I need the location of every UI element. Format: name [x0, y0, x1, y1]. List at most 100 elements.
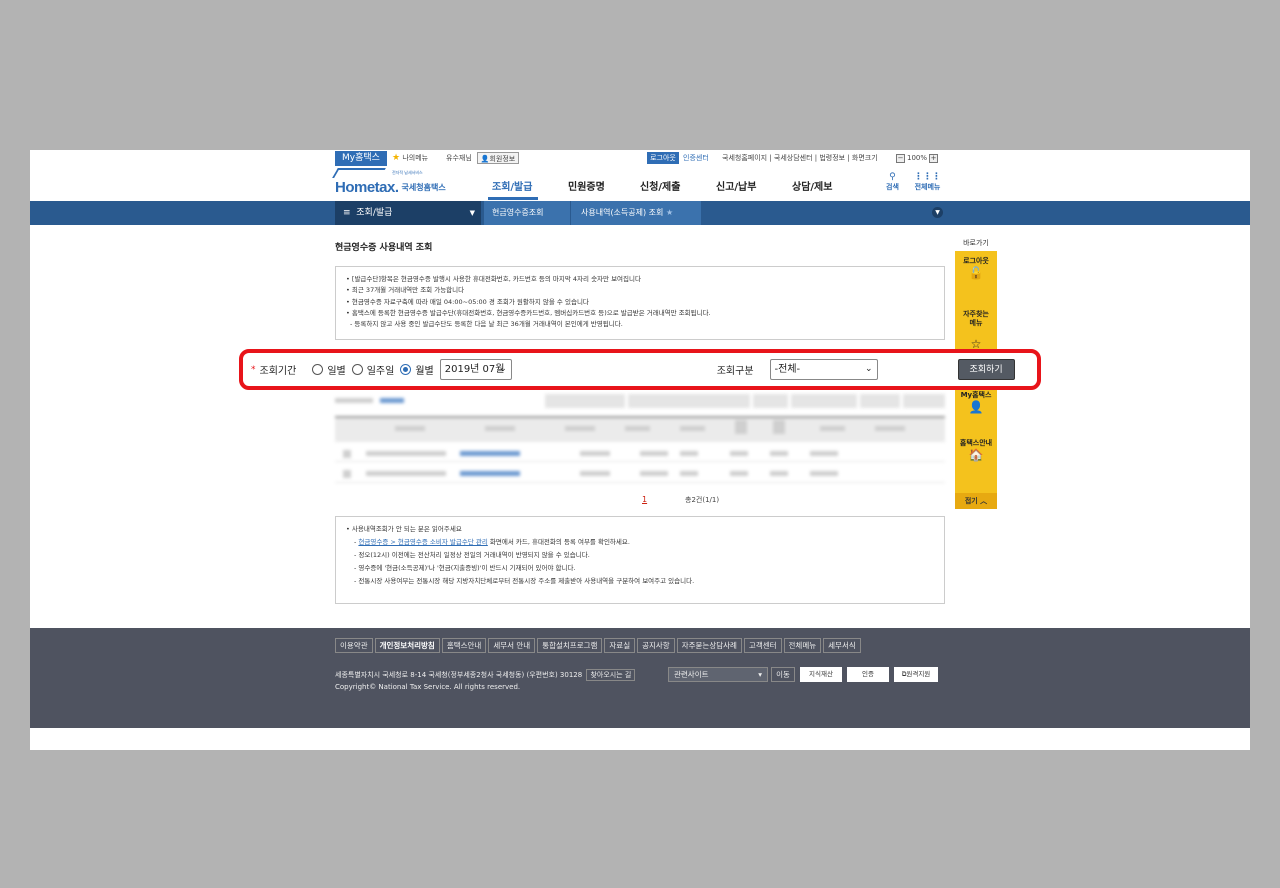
cert-badge: 지식재산 — [800, 667, 842, 682]
cert-center-link[interactable]: 인증센터 — [683, 152, 709, 164]
caret-down-icon: ▾ — [758, 670, 762, 679]
grid-button[interactable] — [753, 394, 788, 408]
utility-bar: My홈택스 ★ 나의메뉴 유수재님 👤회원정보 로그아웃 인증센터 국세청홈페이… — [30, 150, 1250, 166]
expand-chevron-icon[interactable]: ▼ — [932, 207, 943, 218]
info-line: • 최근 37개월 거래내역만 조회 가능합니다 — [346, 286, 465, 295]
member-info-label: 회원정보 — [489, 155, 516, 163]
search-button[interactable]: 조회하기 — [957, 359, 1015, 380]
table-cell-link[interactable] — [460, 471, 520, 476]
row-checkbox[interactable] — [343, 450, 351, 458]
directions-link[interactable]: 찾아오시는 길 — [586, 669, 636, 681]
grid-button[interactable] — [791, 394, 857, 408]
radio-weekly-label[interactable]: 일주일 — [367, 362, 395, 377]
gnb-civil[interactable]: 민원증명 — [568, 178, 605, 193]
quick-logout-label: 로그아웃 — [963, 257, 989, 265]
quick-guide[interactable]: 홈택스안내 🏠 — [955, 439, 997, 462]
type-select[interactable]: -전체- ⌄ — [769, 359, 878, 380]
logo-text: Hometax. — [335, 179, 399, 196]
breadcrumb-usage[interactable]: 사용내역(소득공제) 조회 ★ — [571, 201, 701, 225]
gnb-report[interactable]: 신고/납부 — [716, 178, 756, 193]
info-box: • [발급수단]항목은 현금영수증 발행시 사용한 휴대전화번호, 카드번호 등… — [335, 266, 945, 340]
month-select[interactable]: 2019년 07월 ⌄ — [439, 359, 512, 380]
hometax-logo[interactable]: Hometax. 국세청홈택스 전자적 납세서비스 — [332, 168, 446, 196]
radio-daily[interactable] — [312, 364, 324, 375]
page-number[interactable]: 1 — [642, 495, 647, 504]
type-select-value: -전체- — [774, 364, 801, 375]
grid-icon: ⋮⋮⋮ — [914, 172, 941, 182]
quick-menu-title: 바로가기 — [963, 239, 989, 247]
quick-logout[interactable]: 로그아웃 🔓 — [955, 257, 997, 280]
notice-link[interactable]: 현금영수증 > 현금영수증 소비자 발급수단 관리 — [358, 538, 487, 546]
notice-line: - 정오(12시) 이전에는 전산처리 일정상 전일의 거래내역이 반영되지 않… — [354, 551, 590, 559]
table-cell — [580, 451, 610, 456]
zoom-level: 100% — [907, 154, 928, 162]
footer-link[interactable]: 세무서 안내 — [488, 638, 536, 653]
radio-monthly[interactable] — [400, 364, 412, 375]
footer-link[interactable]: 공지사항 — [637, 638, 675, 653]
search-label: 검색 — [886, 183, 899, 191]
radio-daily-label[interactable]: 일별 — [327, 362, 345, 377]
radio-monthly-label[interactable]: 월별 — [415, 362, 433, 377]
info-line: - 등록하지 않고 사용 중인 발급수단도 등록한 다음 날 최근 36개월 거… — [350, 320, 623, 329]
grid-button[interactable] — [628, 394, 750, 408]
grid-button[interactable] — [545, 394, 625, 408]
search-link[interactable]: ⚲ 검색 — [886, 172, 899, 192]
zoom-control: − 100% + — [896, 152, 939, 164]
grid-header-cell — [875, 426, 905, 431]
table-cell — [680, 451, 698, 456]
related-sites-value: 관련사이트 — [674, 670, 709, 679]
quick-myhometax[interactable]: My홈택스 👤 — [955, 391, 997, 414]
search-form: * 조회기간 일별 일주일 월별 2019년 07월 ⌄ 조회구분 -전체- ⌄ 조… — [243, 353, 1037, 386]
grid-button[interactable] — [860, 394, 900, 408]
row-checkbox[interactable] — [343, 470, 351, 478]
grid-header-cell — [680, 426, 705, 431]
breadcrumb-usage-label: 사용내역(소득공제) 조회 — [581, 208, 664, 217]
all-menu-link[interactable]: ⋮⋮⋮ 전체메뉴 — [914, 172, 941, 192]
remote-support-button[interactable]: ⧉원격지원 — [894, 667, 938, 682]
quick-close-button[interactable]: 접기 ︿ — [955, 493, 997, 509]
my-menu-link[interactable]: ★ 나의메뉴 — [392, 152, 428, 164]
chevron-down-icon: ⌄ — [865, 364, 873, 374]
go-button[interactable]: 이동 — [771, 667, 795, 682]
section-menu-button[interactable]: ≡ 조회/발급 ▼ — [335, 201, 481, 225]
guide-icon: 🏠 — [968, 448, 984, 462]
footer-link[interactable]: 전체메뉴 — [783, 638, 822, 653]
breadcrumb-cash-receipt[interactable]: 현금영수증조회 — [484, 201, 570, 225]
person-icon: 👤 — [968, 400, 984, 414]
footer-link[interactable]: 이용약관 — [335, 638, 373, 653]
gnb-apply[interactable]: 신청/제출 — [640, 178, 680, 193]
logout-button[interactable]: 로그아웃 — [647, 152, 679, 164]
radio-weekly[interactable] — [351, 364, 363, 375]
zoom-in-button[interactable]: + — [929, 153, 939, 163]
chevron-up-icon: ︿ — [980, 497, 988, 505]
footer-link[interactable]: 개인정보처리방침 — [374, 638, 440, 653]
member-info-button[interactable]: 👤회원정보 — [477, 152, 519, 164]
favorite-star-icon[interactable]: ★ — [666, 208, 673, 217]
grid-button[interactable] — [903, 394, 945, 408]
footer-link[interactable]: 자료실 — [604, 638, 636, 653]
my-hometax-button[interactable]: My홈택스 — [335, 151, 387, 166]
table-cell — [640, 451, 668, 456]
table-cell — [730, 471, 748, 476]
gnb-inquiry[interactable]: 조회/발급 — [492, 178, 532, 193]
table-cell-link[interactable] — [460, 451, 520, 456]
table-cell — [680, 471, 698, 476]
search-icon: ⚲ — [889, 172, 896, 182]
table-cell — [770, 451, 788, 456]
related-sites-select[interactable]: 관련사이트 ▾ — [668, 667, 768, 682]
footer-link[interactable]: 세무서식 — [823, 638, 861, 653]
table-cell — [810, 471, 838, 476]
footer-link[interactable]: 고객센터 — [743, 638, 782, 653]
footer-link[interactable]: 자주묻는상담사례 — [676, 638, 742, 653]
total-count: 총2건(1/1) — [685, 496, 720, 504]
footer-link[interactable]: 홈택스안내 — [441, 638, 487, 653]
notice-line: - 현금영수증 > 현금영수증 소비자 발급수단 관리 화면에서 카드, 휴대전… — [354, 538, 630, 546]
gnb-consult[interactable]: 상담/제보 — [792, 178, 832, 193]
grid-header-cell — [820, 426, 845, 431]
type-label: 조회구분 — [716, 366, 754, 377]
top-links[interactable]: 국세청홈페이지 | 국세상담센터 | 법령정보 | 화면크기 — [722, 152, 878, 164]
zoom-out-button[interactable]: − — [896, 153, 905, 163]
breadcrumb-bar: ≡ 조회/발급 ▼ 현금영수증조회 사용내역(소득공제) 조회 ★ ▼ — [30, 201, 1250, 225]
footer-link[interactable]: 통합설치프로그램 — [537, 638, 603, 653]
hamburger-icon: ≡ — [343, 208, 351, 218]
